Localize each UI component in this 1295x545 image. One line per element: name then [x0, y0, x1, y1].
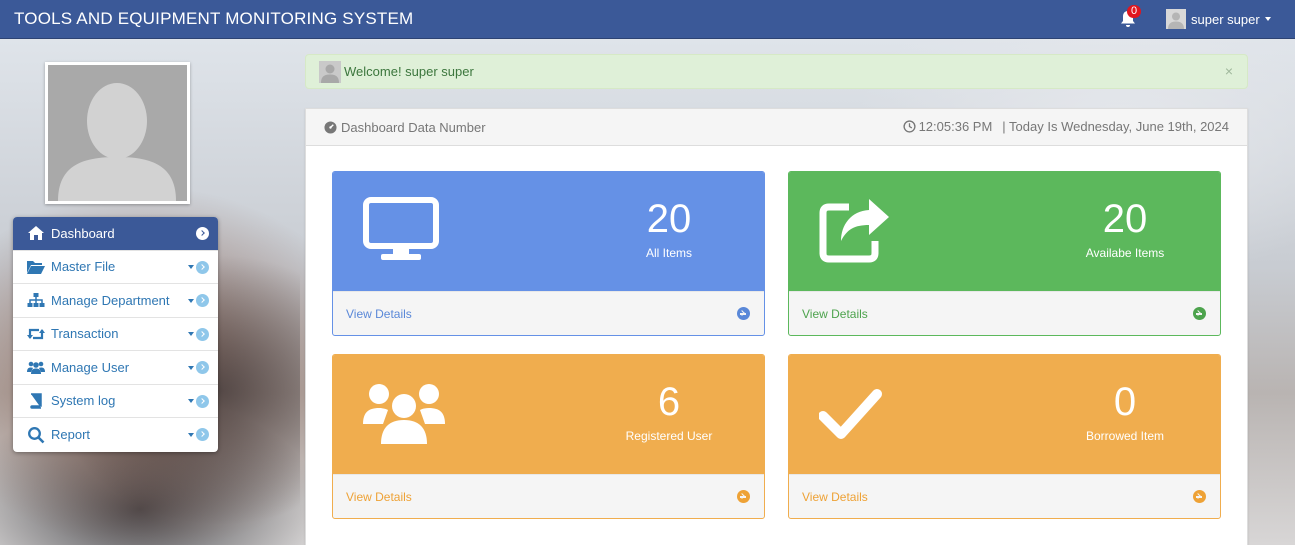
dashboard-gauge-icon: [324, 120, 337, 134]
arrow-circle-right-icon: [196, 428, 209, 441]
chevron-down-icon: [1264, 17, 1271, 21]
card-all-items: 20 All Items View Details: [332, 171, 765, 336]
home-icon: [25, 224, 47, 242]
card-available-items: 20 Availabe Items View Details: [788, 171, 1221, 336]
users-icon: [25, 358, 47, 376]
view-details-link[interactable]: View Details: [789, 291, 1220, 335]
card-value: 20: [646, 197, 692, 241]
book-icon: [25, 392, 47, 410]
sidebar-item-label: Report: [51, 427, 91, 443]
check-icon: [819, 389, 882, 439]
arrow-circle-right-icon: [196, 394, 209, 408]
arrow-circle-right-icon: [1193, 490, 1206, 503]
sidebar-item-manage-user[interactable]: Manage User: [13, 351, 218, 385]
retweet-icon: [25, 325, 47, 343]
card-registered-user: 6 Registered User View Details: [332, 354, 765, 519]
card-label: Borrowed Item: [1085, 429, 1165, 443]
sidebar-item-manage-department[interactable]: Manage Department: [13, 284, 218, 318]
arrow-circle-right-icon: [196, 327, 209, 341]
view-details-link[interactable]: View Details: [333, 474, 764, 518]
users-icon: [363, 384, 445, 444]
card-label: Availabe Items: [1085, 246, 1165, 260]
sidebar-item-label: Manage Department: [51, 292, 170, 308]
view-details-label: View Details: [346, 307, 412, 321]
close-icon[interactable]: ×: [1225, 63, 1233, 79]
arrow-circle-right-icon: [737, 490, 750, 503]
sidebar-item-label: Dashboard: [51, 225, 115, 241]
panel-title: Dashboard Data Number: [341, 119, 486, 135]
dashboard-panel: Dashboard Data Number 12:05:36 PM | Toda…: [305, 108, 1248, 545]
arrow-circle-right-icon: [196, 227, 209, 240]
sidebar-item-label: Transaction: [51, 326, 119, 342]
sidebar-item-label: Manage User: [51, 359, 130, 375]
notification-badge: 0: [1127, 5, 1142, 18]
sidebar-item-system-log[interactable]: System log: [13, 385, 218, 418]
view-details-label: View Details: [802, 490, 868, 504]
sidebar-menu: Dashboard Master File Manage Department …: [13, 217, 218, 452]
share-square-icon: [819, 199, 889, 263]
sidebar-item-report[interactable]: Report: [13, 418, 218, 452]
sidebar-item-label: Master File: [51, 259, 116, 275]
arrow-circle-right-icon: [196, 294, 209, 307]
search-icon: [25, 426, 47, 444]
folder-open-icon: [25, 258, 47, 276]
profile-picture: [45, 62, 190, 204]
top-navbar: TOOLS AND EQUIPMENT MONITORING SYSTEM: [0, 0, 1295, 39]
arrow-circle-right-icon: [196, 260, 209, 274]
user-menu[interactable]: super super: [1166, 9, 1271, 29]
card-value: 20: [1102, 197, 1148, 241]
sitemap-icon: [25, 291, 47, 309]
card-value: 0: [1113, 380, 1137, 424]
clock-icon: [902, 120, 916, 133]
current-time: 12:05:36 PM: [918, 119, 993, 134]
view-details-label: View Details: [802, 307, 868, 321]
sidebar-item-label: System log: [51, 393, 116, 409]
welcome-message: Welcome! super super: [344, 64, 474, 79]
arrow-circle-right-icon: [1193, 307, 1206, 320]
desktop-icon: [363, 197, 439, 260]
arrow-circle-right-icon: [196, 361, 209, 374]
avatar: [1166, 9, 1186, 29]
welcome-alert: Welcome! super super ×: [305, 54, 1248, 89]
view-details-link[interactable]: View Details: [789, 474, 1220, 518]
user-silhouette-icon: [58, 83, 176, 201]
sidebar-item-transaction[interactable]: Transaction: [13, 318, 218, 351]
panel-heading: Dashboard Data Number 12:05:36 PM | Toda…: [306, 109, 1247, 146]
card-value: 6: [657, 380, 681, 424]
sidebar-item-master-file[interactable]: Master File: [13, 251, 218, 284]
app-title[interactable]: TOOLS AND EQUIPMENT MONITORING SYSTEM: [14, 9, 413, 29]
current-date: | Today Is Wednesday, June 19th, 2024: [1002, 119, 1229, 134]
view-details-link[interactable]: View Details: [333, 291, 764, 335]
card-label: Registered User: [625, 429, 713, 443]
sidebar-item-dashboard[interactable]: Dashboard: [13, 217, 218, 251]
view-details-label: View Details: [346, 490, 412, 504]
avatar: [319, 60, 341, 83]
card-borrowed-item: 0 Borrowed Item View Details: [788, 354, 1221, 519]
arrow-circle-right-icon: [737, 307, 750, 320]
card-label: All Items: [645, 246, 692, 260]
user-name: super super: [1191, 11, 1260, 27]
